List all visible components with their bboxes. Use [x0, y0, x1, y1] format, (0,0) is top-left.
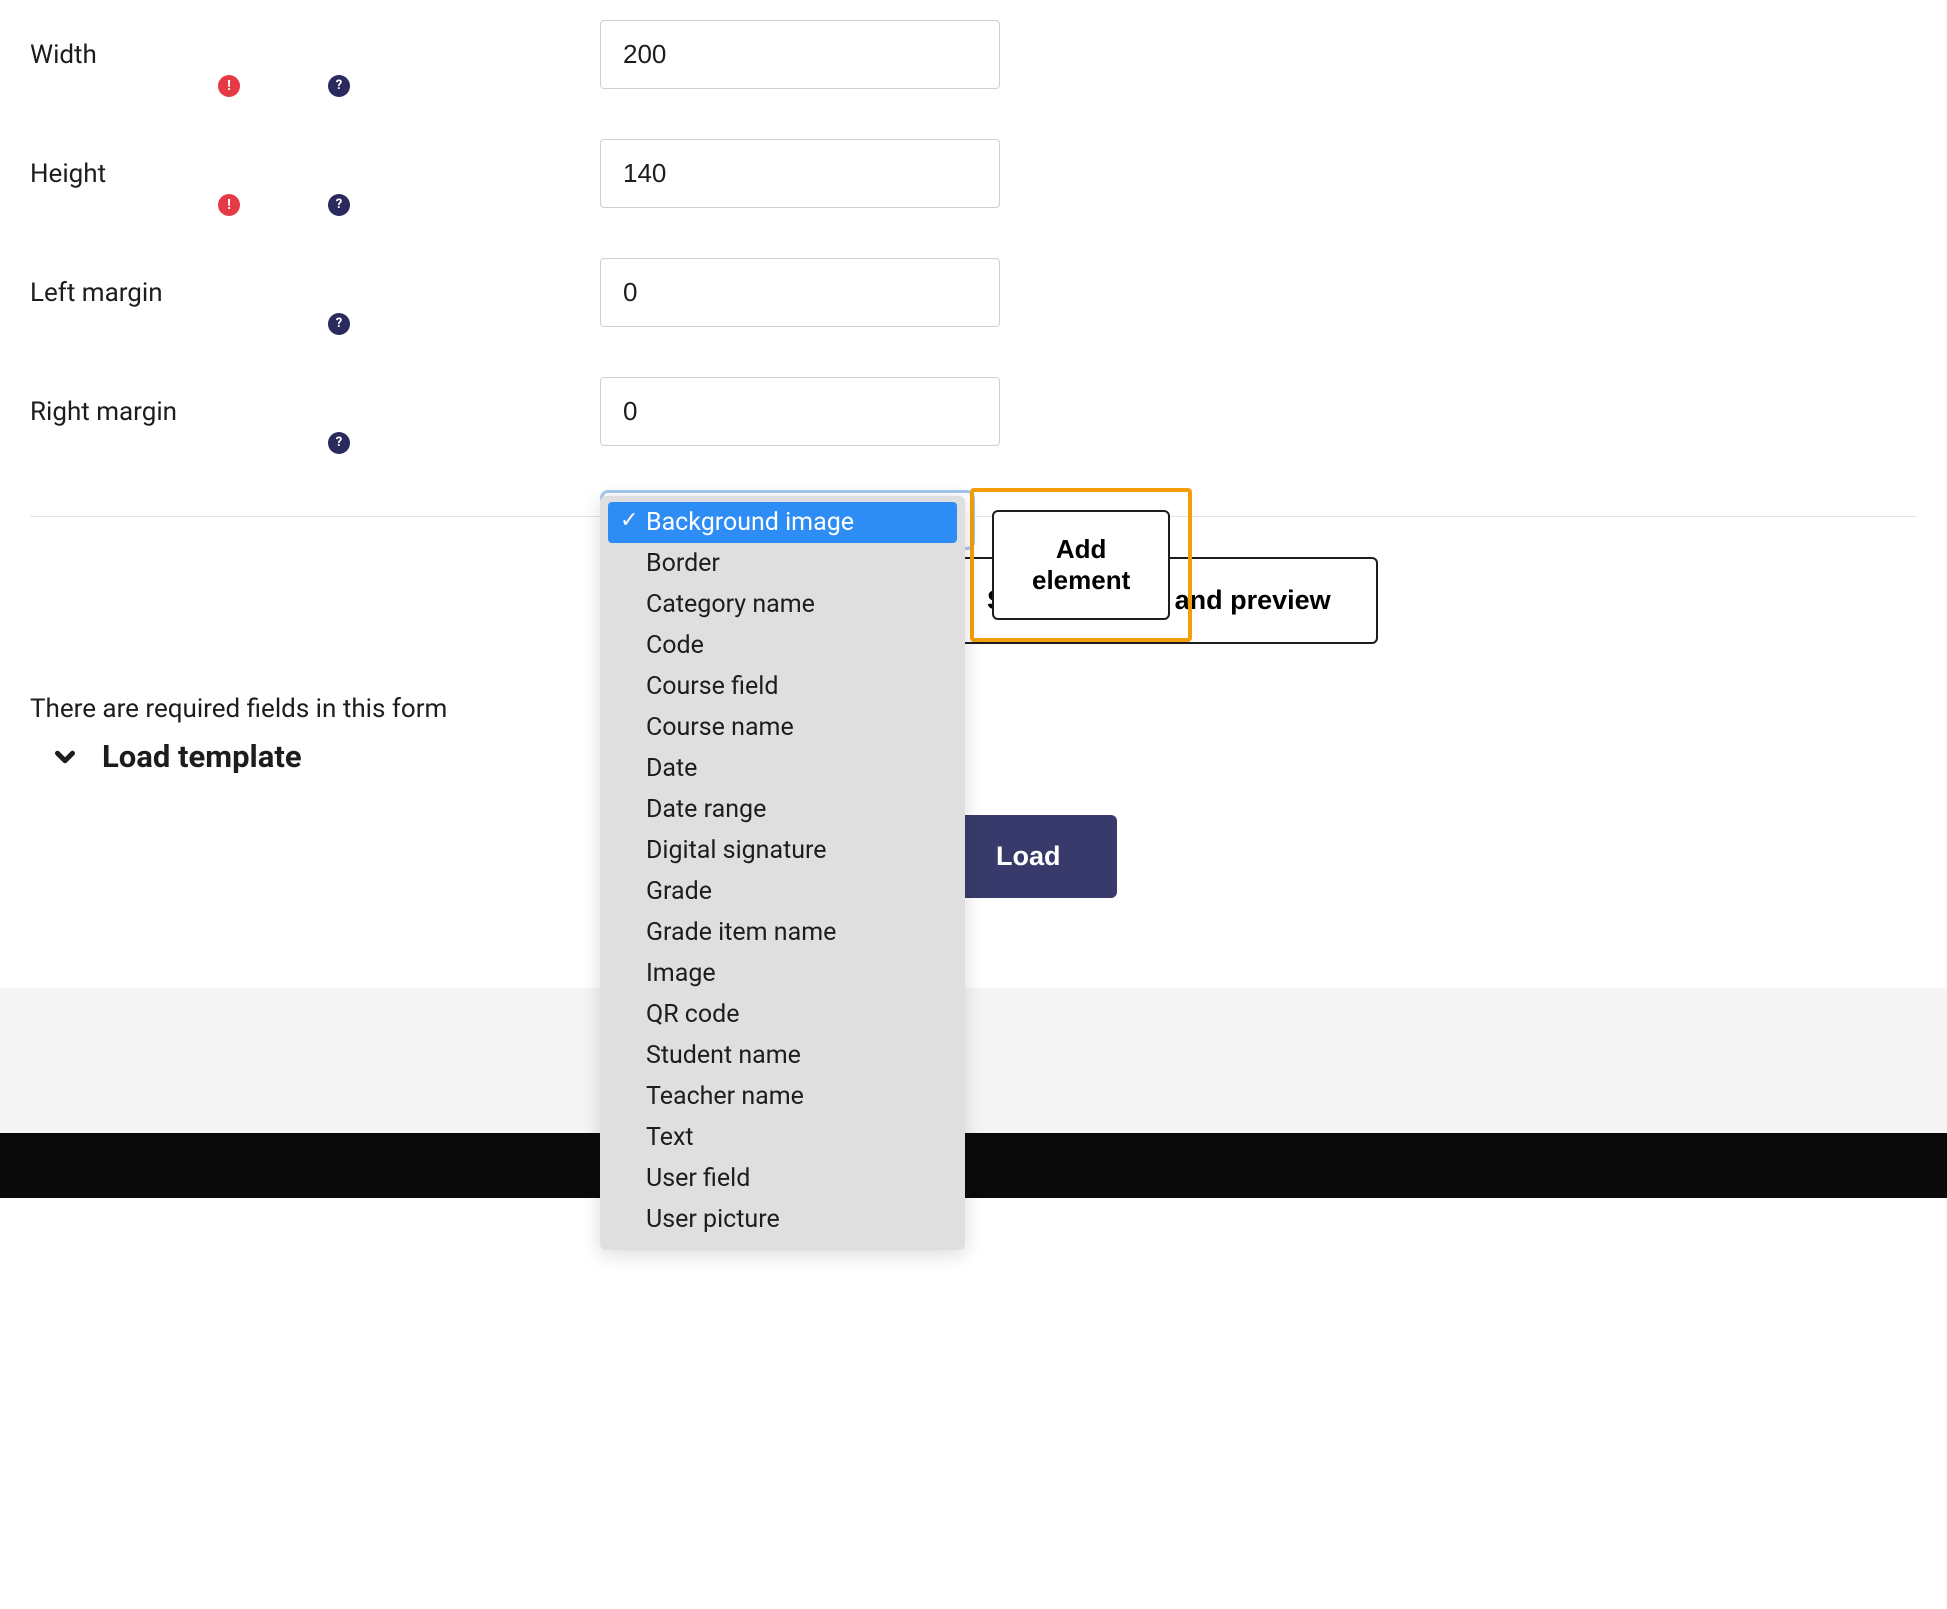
footer-light	[0, 988, 1947, 1133]
width-label-col: Width ! ?	[30, 40, 350, 70]
dropdown-item-text[interactable]: Text	[608, 1117, 957, 1158]
height-row: Height ! ?	[30, 139, 1917, 208]
help-icon[interactable]: ?	[328, 194, 350, 216]
width-input[interactable]	[600, 20, 1000, 89]
right-margin-input-col	[600, 377, 1000, 446]
help-icon[interactable]: ?	[328, 432, 350, 454]
width-label: Width	[30, 40, 97, 70]
load-template-section-header[interactable]: Load template	[0, 738, 1947, 815]
dropdown-item-qr-code[interactable]: QR code	[608, 994, 957, 1035]
dropdown-item-code[interactable]: Code	[608, 625, 957, 666]
add-element-button[interactable]: Add element	[992, 510, 1170, 620]
left-margin-row: Left margin ?	[30, 258, 1917, 327]
dropdown-item-user-picture[interactable]: User picture	[608, 1199, 957, 1240]
left-margin-label-col: Left margin ?	[30, 278, 350, 308]
dropdown-item-image[interactable]: Image	[608, 953, 957, 994]
required-icon: !	[218, 75, 240, 97]
dropdown-item-grade[interactable]: Grade	[608, 871, 957, 912]
dropdown-item-category-name[interactable]: Category name	[608, 584, 957, 625]
help-icon[interactable]: ?	[328, 75, 350, 97]
footer-dark	[0, 1133, 1947, 1198]
width-row: Width ! ?	[30, 20, 1917, 89]
dropdown-item-border[interactable]: Border	[608, 543, 957, 584]
form-container: Width ! ? Height ! ? Left margin ? Right	[0, 20, 1947, 486]
dropdown-item-background-image[interactable]: Background image	[608, 502, 957, 543]
height-label: Height	[30, 159, 106, 189]
chevron-down-icon	[50, 742, 80, 772]
right-margin-label-col: Right margin ?	[30, 397, 350, 427]
dropdown-item-course-name[interactable]: Course name	[608, 707, 957, 748]
left-margin-input-col	[600, 258, 1000, 327]
load-template-title: Load template	[102, 738, 302, 775]
height-input[interactable]	[600, 139, 1000, 208]
right-margin-label: Right margin	[30, 397, 177, 427]
add-element-highlight: Add element	[970, 488, 1192, 642]
load-button[interactable]: Load	[940, 815, 1117, 898]
height-label-col: Height ! ?	[30, 159, 350, 189]
dropdown-item-grade-item-name[interactable]: Grade item name	[608, 912, 957, 953]
dropdown-item-date[interactable]: Date	[608, 748, 957, 789]
dropdown-item-student-name[interactable]: Student name	[608, 1035, 957, 1076]
dropdown-item-date-range[interactable]: Date range	[608, 789, 957, 830]
dropdown-item-digital-signature[interactable]: Digital signature	[608, 830, 957, 871]
help-icon[interactable]: ?	[328, 313, 350, 335]
required-icon: !	[218, 194, 240, 216]
height-input-col	[600, 139, 1000, 208]
load-row: Load	[0, 815, 1947, 898]
left-margin-input[interactable]	[600, 258, 1000, 327]
width-input-col	[600, 20, 1000, 89]
element-type-dropdown-menu: Background image Border Category name Co…	[600, 496, 965, 1250]
left-margin-label: Left margin	[30, 278, 163, 308]
dropdown-item-user-field[interactable]: User field	[608, 1158, 957, 1199]
dropdown-item-teacher-name[interactable]: Teacher name	[608, 1076, 957, 1117]
right-margin-input[interactable]	[600, 377, 1000, 446]
required-fields-message: There are required fields in this form	[0, 694, 1947, 724]
right-margin-row: Right margin ?	[30, 377, 1917, 446]
dropdown-item-course-field[interactable]: Course field	[608, 666, 957, 707]
